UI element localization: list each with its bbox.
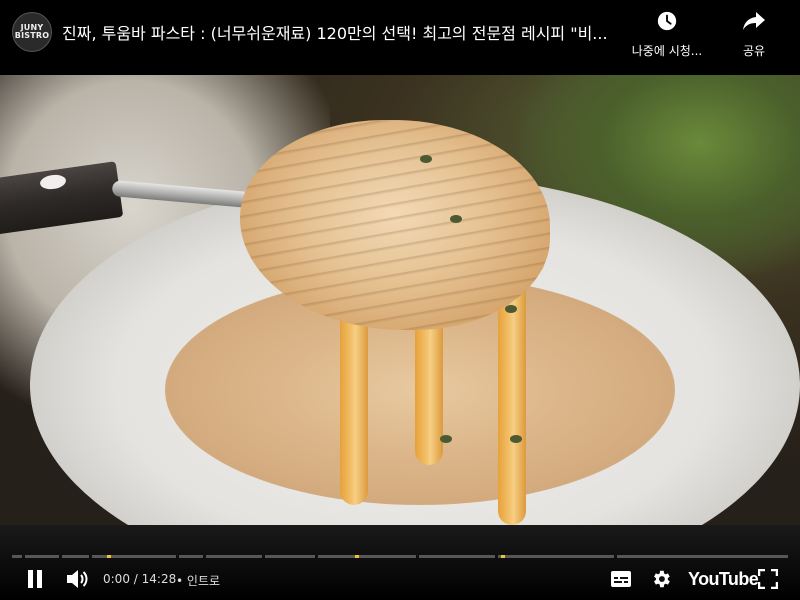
- duration: 14:28: [141, 572, 177, 586]
- herb-fleck: [420, 155, 432, 163]
- fullscreen-icon: [757, 568, 779, 593]
- chapter-title-button[interactable]: • 인트로: [176, 572, 220, 589]
- mute-button[interactable]: [61, 565, 93, 597]
- avatar-text-line2: BISTRO: [14, 31, 50, 40]
- share-button[interactable]: 공유: [709, 10, 799, 59]
- herb-fleck: [450, 215, 462, 223]
- video-frame[interactable]: [0, 75, 800, 525]
- chapter-segment[interactable]: [419, 555, 495, 558]
- subtitles-icon: [610, 570, 632, 592]
- chapter-segment[interactable]: [62, 555, 89, 558]
- subtitles-button[interactable]: [605, 565, 637, 597]
- chapter-segment[interactable]: [206, 555, 262, 558]
- pause-button[interactable]: [19, 565, 51, 597]
- herb-fleck: [505, 305, 517, 313]
- settings-button[interactable]: [645, 565, 677, 597]
- fullscreen-button[interactable]: [752, 565, 784, 597]
- settings-gear-icon: [650, 568, 672, 594]
- watch-later-button[interactable]: 나중에 시청...: [622, 10, 712, 59]
- player-controls: 0:00 / 14:28 • 인트로 YouTube: [0, 525, 800, 600]
- chapter-title: 인트로: [186, 574, 221, 588]
- current-time: 0:00: [103, 572, 130, 586]
- chapter-segment[interactable]: [92, 555, 176, 558]
- time-display: 0:00 / 14:28: [103, 572, 176, 586]
- chapter-marker: [501, 555, 505, 558]
- chapter-segment[interactable]: [318, 555, 416, 558]
- watch-later-label: 나중에 시청...: [631, 44, 703, 58]
- pause-icon: [26, 569, 44, 593]
- herb-fleck: [440, 435, 452, 443]
- progress-bar[interactable]: [12, 555, 788, 558]
- chapter-segment[interactable]: [265, 555, 315, 558]
- chapter-segment[interactable]: [179, 555, 203, 558]
- chapter-segment[interactable]: [498, 555, 614, 558]
- chapter-segment[interactable]: [617, 555, 788, 558]
- clock-icon: [656, 10, 678, 36]
- chapter-marker: [355, 555, 359, 558]
- share-label: 공유: [742, 44, 766, 58]
- youtube-logo[interactable]: YouTube: [688, 569, 759, 590]
- volume-icon: [65, 568, 89, 594]
- channel-avatar[interactable]: JUNY BISTRO: [12, 12, 52, 52]
- herb-fleck: [510, 435, 522, 443]
- chapter-bullet: •: [176, 574, 184, 588]
- chapter-segment[interactable]: [25, 555, 59, 558]
- chapter-segment[interactable]: [12, 555, 22, 558]
- chapter-marker: [107, 555, 111, 558]
- share-arrow-icon: [742, 10, 766, 36]
- top-bar: JUNY BISTRO 진짜, 투움바 파스타 : (너무쉬운재료) 120만의…: [0, 0, 800, 75]
- time-separator: /: [129, 572, 142, 586]
- video-title[interactable]: 진짜, 투움바 파스타 : (너무쉬운재료) 120만의 선택! 최고의 전문점…: [62, 20, 622, 44]
